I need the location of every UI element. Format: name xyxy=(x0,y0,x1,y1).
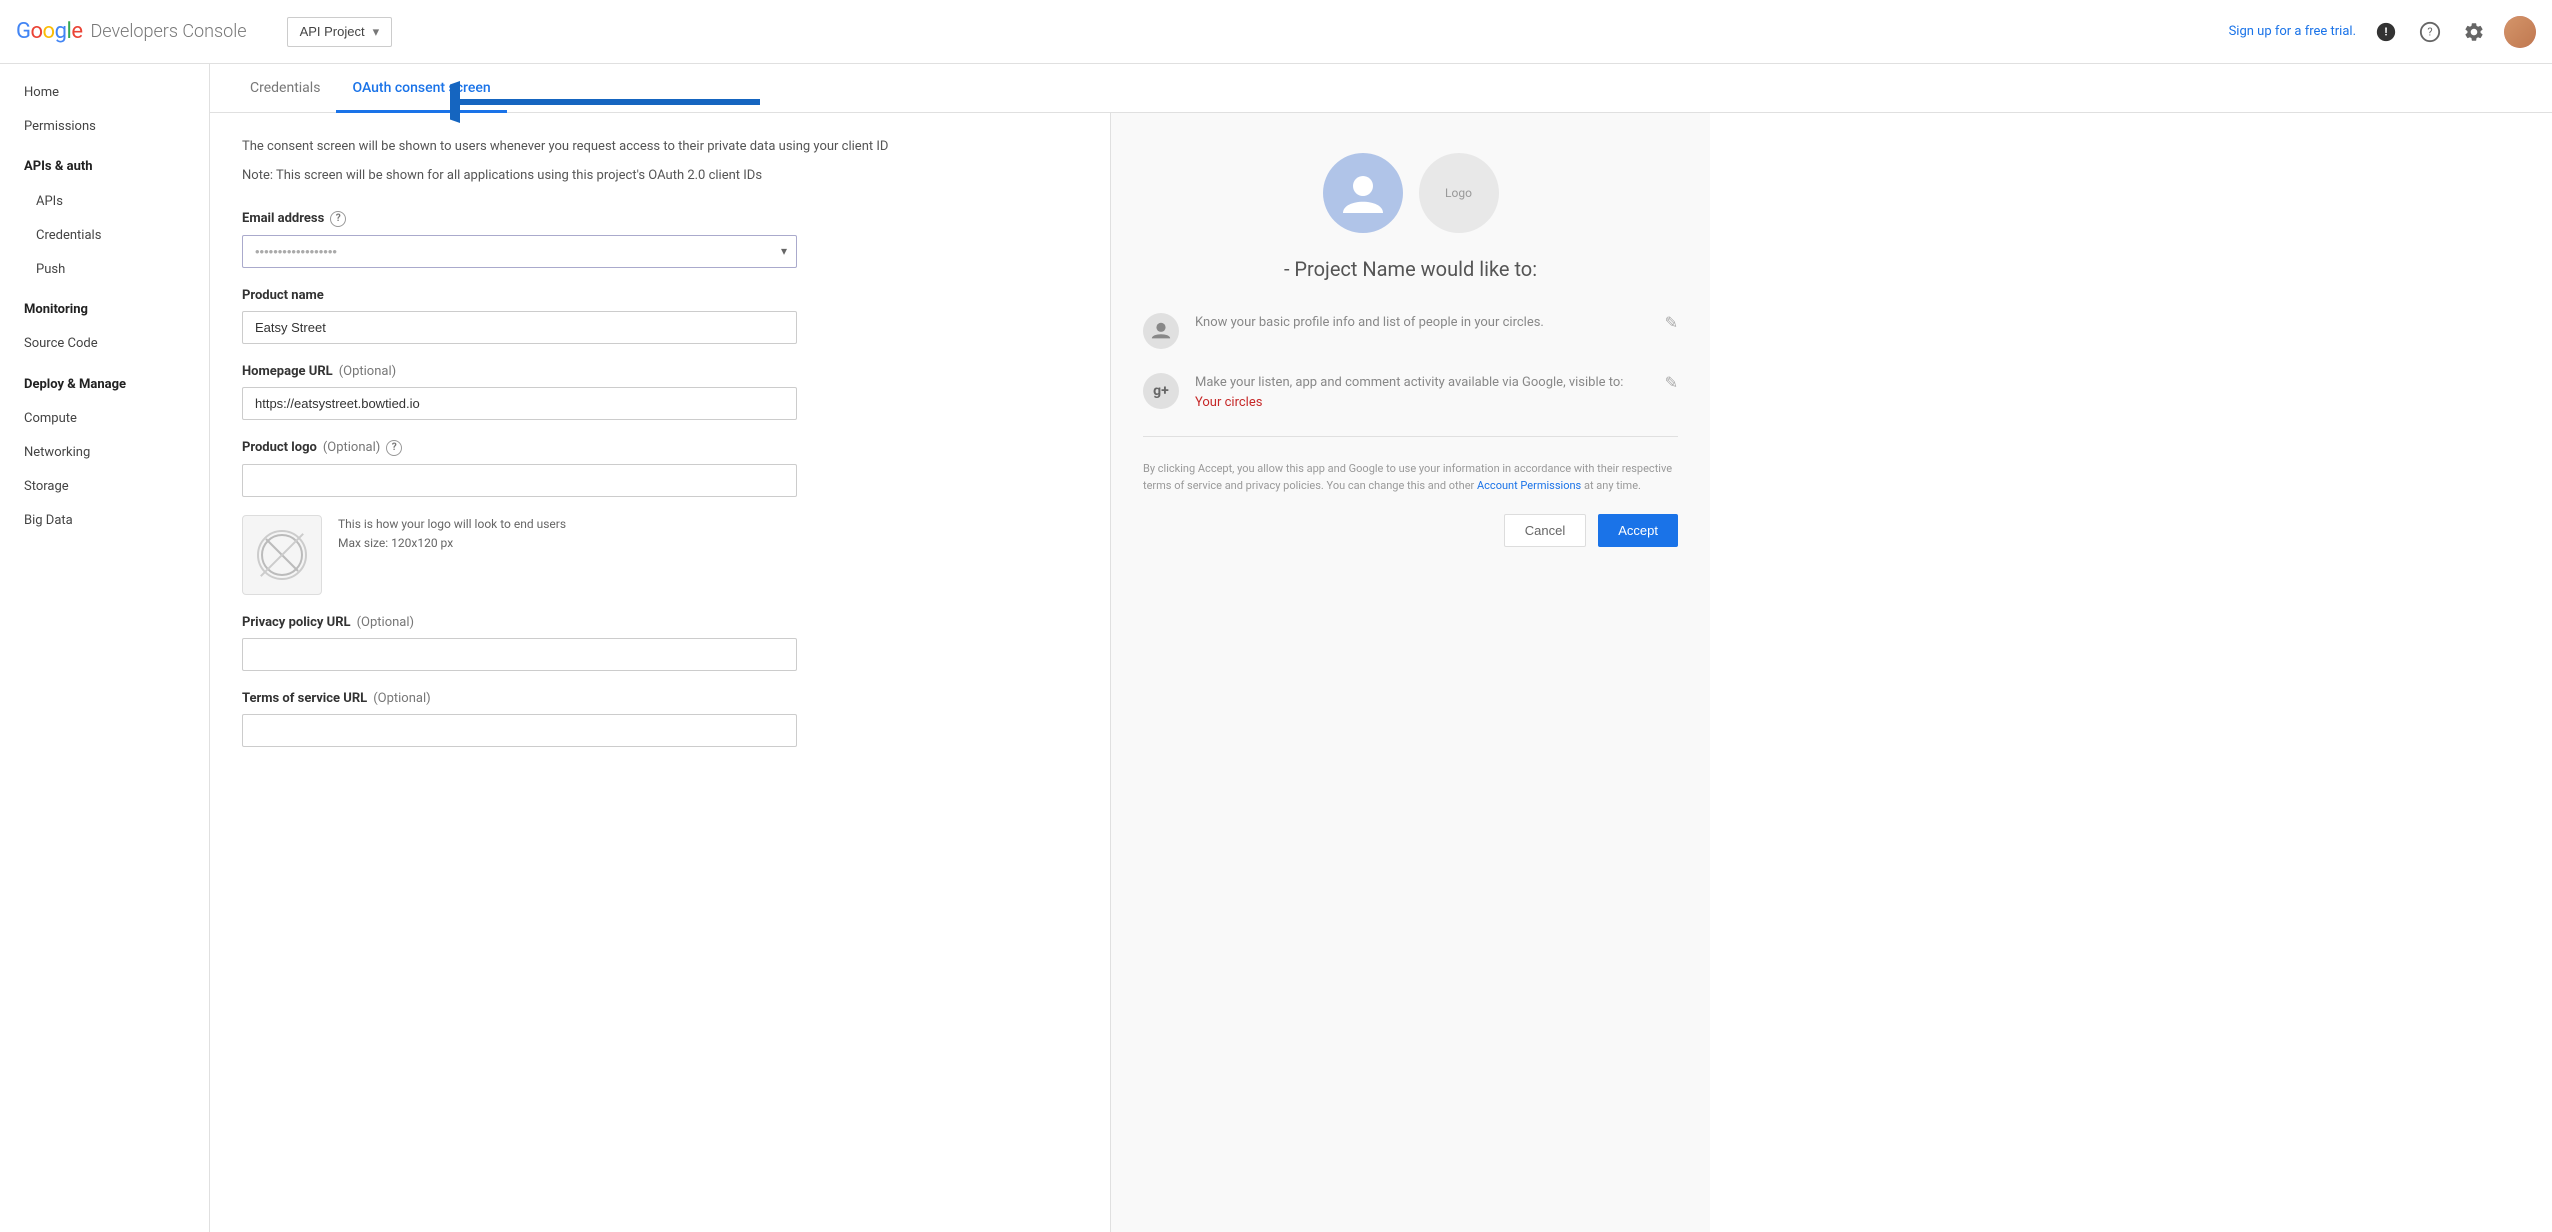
tab-oauth-consent[interactable]: OAuth consent screen xyxy=(336,64,506,113)
settings-icon[interactable] xyxy=(2460,18,2488,46)
product-logo-group: Product logo (Optional) ? xyxy=(242,440,1078,595)
privacy-policy-input[interactable] xyxy=(242,638,797,671)
account-permissions-link[interactable]: Account Permissions xyxy=(1477,479,1581,492)
svg-text:?: ? xyxy=(2427,25,2432,38)
perm2-edit-icon[interactable]: ✎ xyxy=(1665,373,1678,392)
email-select-wrapper: •••••••••••••••••• ▾ xyxy=(242,235,797,268)
logo-hint: This is how your logo will look to end u… xyxy=(338,515,566,553)
project-selector[interactable]: API Project ▾ xyxy=(287,17,393,47)
sidebar-item-networking[interactable]: Networking xyxy=(0,436,209,470)
sidebar-item-push[interactable]: Push xyxy=(0,253,209,287)
product-name-input[interactable] xyxy=(242,311,797,344)
profile-icon xyxy=(1143,313,1179,349)
project-name-preview: - Project Name would like to: xyxy=(1284,257,1537,281)
app-body: Home Permissions APIs & auth APIs Creden… xyxy=(0,64,2552,1232)
sidebar-item-permissions[interactable]: Permissions xyxy=(0,110,209,144)
sidebar-item-storage[interactable]: Storage xyxy=(0,470,209,504)
help-icon[interactable]: ? xyxy=(2416,18,2444,46)
permission-list: Know your basic profile info and list of… xyxy=(1143,313,1678,412)
perm2-link[interactable]: Your circles xyxy=(1195,395,1262,410)
sidebar-item-apis[interactable]: APIs xyxy=(0,185,209,219)
no-image-icon xyxy=(257,530,307,580)
logo-placeholder-box xyxy=(242,515,322,595)
sidebar-item-big-data[interactable]: Big Data xyxy=(0,504,209,538)
chevron-down-icon: ▾ xyxy=(373,24,380,40)
header-actions: Sign up for a free trial. ! ? xyxy=(2229,16,2536,48)
terms-group: Terms of service URL (Optional) xyxy=(242,691,1078,747)
panel-buttons: Cancel Accept xyxy=(1143,514,1678,547)
sidebar-item-monitoring[interactable]: Monitoring xyxy=(0,287,209,327)
divider xyxy=(1143,436,1678,437)
email-label: Email address ? xyxy=(242,211,1078,227)
permission-item-1: Know your basic profile info and list of… xyxy=(1143,313,1678,349)
tab-credentials[interactable]: Credentials xyxy=(234,64,336,113)
sidebar-item-deploy-manage[interactable]: Deploy & Manage xyxy=(0,362,209,402)
privacy-policy-group: Privacy policy URL (Optional) xyxy=(242,615,1078,671)
avatar[interactable] xyxy=(2504,16,2536,48)
permission-item-2: g+ Make your listen, app and comment act… xyxy=(1143,373,1678,412)
sidebar-item-credentials[interactable]: Credentials xyxy=(0,219,209,253)
accept-notice: By clicking Accept, you allow this app a… xyxy=(1143,461,1678,494)
project-name-label: API Project xyxy=(300,24,365,39)
cancel-button[interactable]: Cancel xyxy=(1504,514,1586,547)
header-logo: Google Developers Console xyxy=(16,19,247,44)
logo-url-input[interactable] xyxy=(242,464,797,497)
sidebar: Home Permissions APIs & auth APIs Creden… xyxy=(0,64,210,1232)
alert-icon[interactable]: ! xyxy=(2372,18,2400,46)
right-panel: Logo - Project Name would like to: xyxy=(1110,113,1710,1232)
terms-label: Terms of service URL (Optional) xyxy=(242,691,1078,706)
perm1-text: Know your basic profile info and list of… xyxy=(1195,313,1649,333)
user-avatar-preview xyxy=(1323,153,1403,233)
preview-icons: Logo xyxy=(1323,153,1499,233)
gplus-icon: g+ xyxy=(1143,373,1179,409)
tabs-bar: Credentials OAuth consent screen xyxy=(210,64,2552,113)
note-text: Note: This screen will be shown for all … xyxy=(242,166,1078,187)
email-select[interactable]: •••••••••••••••••• xyxy=(242,235,797,268)
app-name: Developers Console xyxy=(90,21,246,42)
app-header: Google Developers Console API Project ▾ … xyxy=(0,0,2552,64)
homepage-input[interactable] xyxy=(242,387,797,420)
main-content: Credentials OAuth consent screen The con… xyxy=(210,64,2552,1232)
logo-preview-circle: Logo xyxy=(1419,153,1499,233)
privacy-policy-label: Privacy policy URL (Optional) xyxy=(242,615,1078,630)
logo-help-icon[interactable]: ? xyxy=(386,440,402,456)
email-help-icon[interactable]: ? xyxy=(330,211,346,227)
email-group: Email address ? •••••••••••••••••• ▾ xyxy=(242,211,1078,268)
logo-preview-area: This is how your logo will look to end u… xyxy=(242,515,1078,595)
svg-text:!: ! xyxy=(2385,25,2388,38)
sidebar-item-apis-auth[interactable]: APIs & auth xyxy=(0,144,209,184)
description-text: The consent screen will be shown to user… xyxy=(242,137,1078,158)
product-name-label: Product name xyxy=(242,288,1078,303)
perm2-text: Make your listen, app and comment activi… xyxy=(1195,373,1649,412)
perm1-edit-icon[interactable]: ✎ xyxy=(1665,313,1678,332)
content-row: The consent screen will be shown to user… xyxy=(210,113,2552,1232)
homepage-group: Homepage URL (Optional) xyxy=(242,364,1078,420)
product-logo-label: Product logo (Optional) ? xyxy=(242,440,1078,456)
accept-button[interactable]: Accept xyxy=(1598,514,1678,547)
sidebar-item-compute[interactable]: Compute xyxy=(0,402,209,436)
free-trial-link[interactable]: Sign up for a free trial. xyxy=(2229,24,2356,39)
google-logo: Google xyxy=(16,19,82,44)
product-name-group: Product name xyxy=(242,288,1078,344)
sidebar-item-source-code[interactable]: Source Code xyxy=(0,327,209,361)
homepage-label: Homepage URL (Optional) xyxy=(242,364,1078,379)
terms-input[interactable] xyxy=(242,714,797,747)
sidebar-item-home[interactable]: Home xyxy=(0,76,209,110)
form-area: The consent screen will be shown to user… xyxy=(210,113,1110,1232)
